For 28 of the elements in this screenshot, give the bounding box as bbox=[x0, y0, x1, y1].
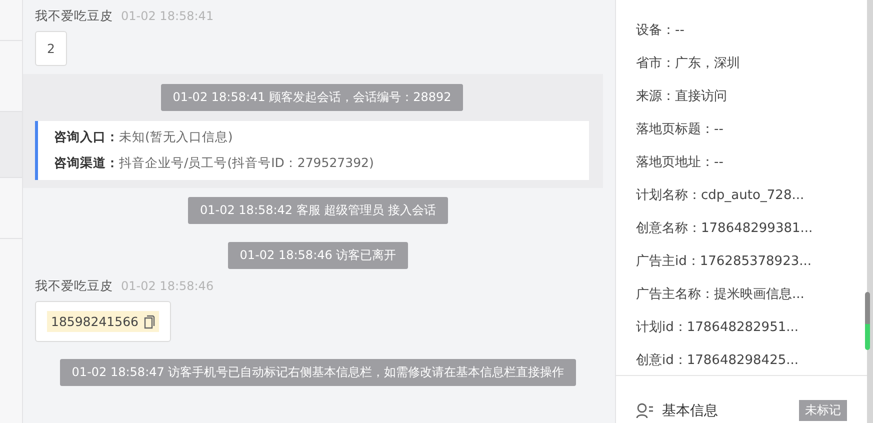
sender-name: 我不爱吃豆皮 bbox=[35, 278, 113, 295]
info-item: 设备：-- bbox=[636, 23, 684, 38]
sender-name: 我不爱吃豆皮 bbox=[35, 8, 113, 25]
message-time: 01-02 18:58:46 bbox=[121, 279, 214, 293]
session-field: 咨询入口：未知(暂无入口信息) bbox=[54, 129, 573, 146]
system-notice: 01-02 18:58:47 访客手机号已自动标记右侧基本信息栏，如需修改请在基本信息栏直接操作 bbox=[60, 359, 576, 386]
system-notice: 01-02 18:58:42 客服 超级管理员 接入会话 bbox=[188, 197, 448, 224]
copy-icon[interactable] bbox=[142, 314, 156, 328]
system-notice: 01-02 18:58:46 访客已离开 bbox=[228, 242, 408, 269]
user-list-icon bbox=[636, 402, 654, 418]
phone-number: 18598241566 bbox=[51, 314, 138, 329]
info-item: 落地页标题：-- bbox=[636, 122, 724, 137]
info-item: 省市：广东，深圳 bbox=[636, 56, 740, 71]
info-item: 广告主id：176285378923... bbox=[636, 254, 812, 269]
scrollbar[interactable] bbox=[867, 0, 873, 423]
info-item: 落地页地址：-- bbox=[636, 155, 724, 170]
message-time: 01-02 18:58:41 bbox=[121, 9, 214, 23]
session-field: 咨询渠道：抖音企业号/员工号(抖音号ID：279527392) bbox=[54, 155, 573, 172]
info-item: 创意id：178648298425... bbox=[636, 353, 799, 368]
section-title: 基本信息 bbox=[662, 402, 719, 420]
info-item: 来源：直接访问 bbox=[636, 89, 727, 104]
status-tag[interactable]: 未标记 bbox=[799, 400, 847, 421]
info-item: 计划名称：cdp_auto_728... bbox=[636, 188, 804, 203]
info-item: 广告主名称：提米映画信息... bbox=[636, 287, 804, 302]
message-bubble: 2 bbox=[35, 31, 67, 66]
info-item: 创意名称：178648299381... bbox=[636, 221, 813, 236]
system-notice: 01-02 18:58:41 顾客发起会话，会话编号：28892 bbox=[160, 84, 464, 111]
info-item: 计划id：178648282951... bbox=[636, 320, 799, 335]
